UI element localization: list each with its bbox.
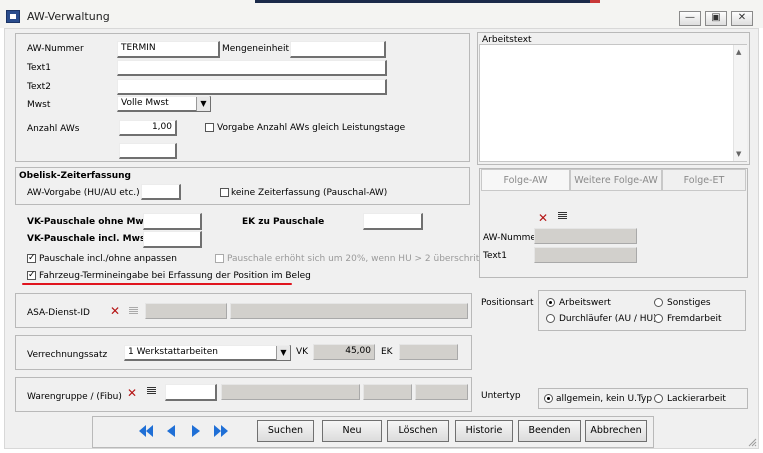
anzahl-extra-input[interactable]	[119, 143, 177, 159]
folge-text1-field	[534, 247, 637, 263]
warengruppe-delete-icon[interactable]: ✕	[127, 387, 137, 399]
vorgabe-label: Vorgabe Anzahl AWs gleich Leistungstage	[217, 123, 406, 133]
mwst-label: Mwst	[27, 100, 51, 110]
historie-button[interactable]: Historie	[455, 420, 513, 442]
positionsart-label: Positionsart	[481, 298, 534, 308]
suchen-button[interactable]: Suchen	[257, 420, 314, 442]
beenden-button[interactable]: Beenden	[518, 420, 581, 442]
asa-list-icon[interactable]	[129, 307, 138, 316]
maximize-button[interactable]: ▣	[705, 11, 727, 26]
tab-folge-aw[interactable]: Folge-AW	[481, 169, 570, 191]
keine-zeiterfassung-checkbox[interactable]	[220, 188, 229, 197]
folge-aw-nummer-label: AW-Nummer	[483, 233, 540, 243]
sonstiges-label: Sonstiges	[667, 298, 711, 308]
vk-incl-input[interactable]	[143, 231, 202, 248]
text2-label: Text2	[27, 82, 51, 92]
scroll-down-icon[interactable]: ▼	[736, 150, 741, 158]
positionsart-panel	[538, 290, 746, 331]
fahrzeug-termin-checkbox[interactable]: ✓	[27, 271, 36, 280]
keine-zeiterfassung-label: keine Zeiterfassung (Pauschal-AW)	[231, 188, 388, 198]
close-button[interactable]: ✕	[731, 11, 753, 26]
aw-vorgabe-input[interactable]	[141, 184, 181, 200]
fremdarbeit-label: Fremdarbeit	[667, 314, 722, 324]
fibu-field-1	[363, 384, 412, 400]
allgemein-label: allgemein, kein U.Typ	[556, 394, 653, 404]
vk-incl-label: VK-Pauschale incl. Mwst	[27, 234, 150, 244]
folge-delete-icon[interactable]: ✕	[538, 212, 548, 224]
aw-nummer-input[interactable]: TERMIN	[117, 41, 220, 58]
anzahl-aws-input[interactable]: 1,00	[119, 120, 177, 136]
mengeneinheit-label: Mengeneinheit	[222, 44, 289, 54]
asa-label: ASA-Dienst-ID	[27, 308, 90, 318]
vk-ohne-input[interactable]	[143, 213, 202, 230]
folge-text1-label: Text1	[483, 251, 507, 261]
last-record-icon[interactable]	[212, 423, 230, 439]
ek-pauschale-input[interactable]	[363, 213, 423, 230]
pauschale-erhoeht-checkbox[interactable]	[215, 254, 224, 263]
arbeitswert-label: Arbeitswert	[559, 298, 611, 308]
asa-text-field	[230, 303, 468, 319]
scroll-up-icon[interactable]: ▲	[736, 48, 741, 56]
obelisk-heading: Obelisk-Zeiterfassung	[19, 171, 131, 181]
arbeitstext-scrollbar[interactable]	[733, 45, 747, 161]
mwst-dropdown-arrow-icon[interactable]: ▼	[196, 97, 210, 111]
radio-fremdarbeit[interactable]	[654, 314, 663, 323]
durchlaeufer-label: Durchläufer (AU / HU)	[559, 314, 657, 324]
aw-nummer-label: AW-Nummer	[27, 44, 84, 54]
asa-delete-icon[interactable]: ✕	[110, 305, 120, 317]
vk-value-field: 45,00	[313, 344, 375, 360]
verrechnungssatz-label: Verrechnungssatz	[27, 350, 108, 360]
verrechnung-dropdown-arrow-icon[interactable]: ▼	[276, 346, 290, 360]
loeschen-button[interactable]: Löschen	[387, 420, 449, 442]
folge-list-icon[interactable]	[558, 212, 567, 221]
taskbar-strip	[255, 0, 600, 3]
ek-label: EK	[381, 347, 393, 357]
verrechnungssatz-select[interactable]: 1 Werkstattarbeiten	[124, 345, 291, 361]
warengruppe-input[interactable]	[165, 384, 217, 401]
first-record-icon[interactable]	[137, 423, 155, 439]
annotation-underline	[22, 283, 292, 285]
tab-weitere-folge-aw[interactable]: Weitere Folge-AW	[570, 169, 662, 191]
vorgabe-checkbox[interactable]	[205, 123, 214, 132]
lackierarbeit-label: Lackierarbeit	[667, 394, 726, 404]
radio-sonstiges[interactable]	[654, 298, 663, 307]
ek-pauschale-label: EK zu Pauschale	[242, 217, 325, 227]
title-bar	[0, 0, 763, 28]
fahrzeug-termin-label: Fahrzeug-Termineingabe bei Erfassung der…	[39, 271, 311, 281]
pauschale-anpassen-label: Pauschale incl./ohne anpassen	[39, 254, 177, 264]
radio-arbeitswert[interactable]	[546, 298, 555, 307]
pauschale-erhoeht-label: Pauschale erhöht sich um 20%, wenn HU > …	[227, 254, 495, 264]
fibu-field-2	[415, 384, 468, 400]
ek-value-field	[399, 344, 458, 360]
pauschale-anpassen-checkbox[interactable]: ✓	[27, 254, 36, 263]
anzahl-aws-label: Anzahl AWs	[27, 124, 80, 134]
previous-record-icon[interactable]	[162, 423, 180, 439]
untertyp-label: Untertyp	[481, 391, 521, 401]
folge-aw-nummer-field	[534, 228, 637, 244]
radio-durchlaeufer[interactable]	[546, 314, 555, 323]
window-title: AW-Verwaltung	[27, 10, 110, 23]
minimize-button[interactable]: —	[679, 11, 701, 26]
neu-button[interactable]: Neu	[322, 420, 382, 442]
warengruppe-list-icon[interactable]	[147, 387, 156, 396]
text1-input[interactable]	[117, 60, 387, 76]
text2-input[interactable]	[117, 79, 387, 95]
app-icon	[6, 10, 20, 23]
vk-ohne-label: VK-Pauschale ohne Mwst	[27, 217, 154, 227]
resize-grip-icon[interactable]	[747, 437, 757, 447]
radio-lackierarbeit[interactable]	[654, 394, 663, 403]
aw-vorgabe-label: AW-Vorgabe (HU/AU etc.)	[27, 188, 140, 198]
asa-id-field	[145, 303, 227, 319]
mengeneinheit-input[interactable]	[290, 41, 386, 58]
abbrechen-button[interactable]: Abbrechen	[585, 420, 647, 442]
radio-allgemein[interactable]	[544, 394, 553, 403]
tab-folge-et[interactable]: Folge-ET	[662, 169, 746, 191]
next-record-icon[interactable]	[187, 423, 205, 439]
warengruppe-label: Warengruppe / (Fibu)	[27, 392, 122, 402]
warengruppe-text-field	[221, 384, 360, 400]
vk-label: VK	[296, 347, 309, 357]
arbeitstext-textarea[interactable]	[479, 44, 747, 162]
text1-label: Text1	[27, 63, 51, 73]
